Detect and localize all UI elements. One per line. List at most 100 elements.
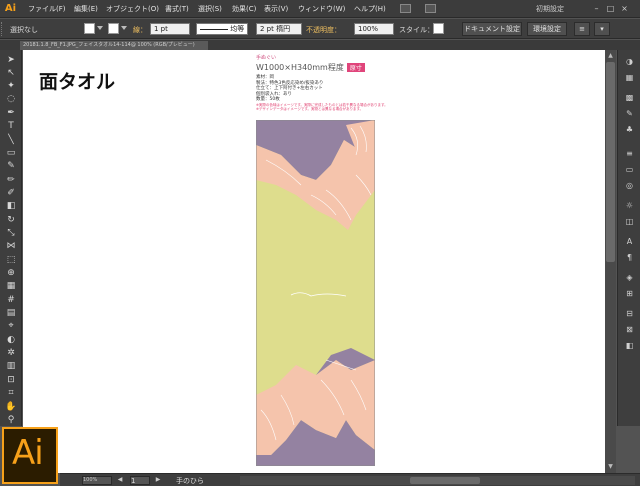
- stroke-swatch[interactable]: [108, 23, 119, 34]
- towel-design[interactable]: [256, 120, 375, 466]
- scroll-down-icon[interactable]: ▼: [607, 463, 614, 470]
- vertical-scrollbar[interactable]: ▲ ▼: [605, 50, 616, 473]
- brush-definition[interactable]: 2 pt 楕円: [256, 23, 302, 35]
- document-tab-bar: 20181.1.8_FB_F1.JPG_フェイスタオル14-114@ 100% …: [0, 40, 640, 50]
- illustrator-logo-text: Ai: [12, 433, 44, 473]
- artboard-number-field[interactable]: 1: [130, 476, 150, 485]
- eyedropper-tool-icon[interactable]: ⌖: [3, 320, 19, 332]
- paragraph-panel-icon[interactable]: ¶: [623, 252, 636, 263]
- brushes-panel-icon[interactable]: ✎: [623, 108, 636, 119]
- stroke-label[interactable]: 線：: [133, 25, 147, 35]
- spec-size: W1000×H340mm程度: [256, 63, 344, 72]
- align-panel-icon[interactable]: ⊟: [623, 308, 636, 319]
- zoom-tool-icon[interactable]: ⚲: [3, 414, 19, 426]
- style-label: スタイル：: [399, 26, 434, 34]
- artboards-panel-icon[interactable]: ⊞: [623, 288, 636, 299]
- gradient-tool-icon[interactable]: ▤: [3, 307, 19, 319]
- scroll-up-icon[interactable]: ▲: [607, 52, 614, 59]
- profile-line-icon: [200, 28, 228, 30]
- horizontal-scrollbar[interactable]: [240, 476, 635, 485]
- actual-size-badge: 原寸: [346, 63, 365, 72]
- pencil-tool-icon[interactable]: ✏: [3, 174, 19, 186]
- minimize-icon[interactable]: –: [592, 4, 601, 13]
- gradient-panel-icon[interactable]: ▭: [623, 164, 636, 175]
- transparency-panel-icon[interactable]: ◎: [623, 180, 636, 191]
- magic-wand-tool-icon[interactable]: ✦: [3, 80, 19, 92]
- graphic-style-swatch[interactable]: [433, 23, 444, 34]
- selection-tool-icon[interactable]: ➤: [3, 54, 19, 66]
- artboard[interactable]: 面タオル 手ぬぐい W1000×H340mm程度 原寸 素材：岡 製法：特色3色反…: [23, 50, 605, 473]
- panel-grip[interactable]: [1, 22, 4, 36]
- color-guide-icon[interactable]: ▦: [623, 72, 636, 83]
- artboard-tool-icon[interactable]: ⊡: [3, 374, 19, 386]
- arrange-documents-icon[interactable]: [425, 4, 436, 13]
- lasso-tool-icon[interactable]: ◌: [3, 93, 19, 105]
- swatches-panel-icon[interactable]: ▩: [623, 92, 636, 103]
- align-icon[interactable]: ≡: [574, 22, 590, 36]
- color-panel-icon[interactable]: ◑: [623, 56, 636, 67]
- paintbrush-tool-icon[interactable]: ✎: [3, 160, 19, 172]
- layers-panel-icon[interactable]: ◈: [623, 272, 636, 283]
- free-transform-tool-icon[interactable]: ⬚: [3, 254, 19, 266]
- next-artboard-icon[interactable]: ▶: [154, 476, 162, 484]
- menu-object[interactable]: オブジェクト(O): [106, 4, 159, 14]
- rotate-tool-icon[interactable]: ↻: [3, 214, 19, 226]
- appearance-panel-icon[interactable]: ☼: [623, 200, 636, 211]
- horizontal-scroll-thumb[interactable]: [410, 477, 480, 484]
- bridge-icon[interactable]: [400, 4, 411, 13]
- opacity-field[interactable]: 100%: [354, 23, 394, 35]
- hand-tool-icon[interactable]: ✋: [3, 401, 19, 413]
- spec-details: 素材：岡 製法：特色3色反応染め/抜染あり 仕立て：上下阿付き+左右カット 個別…: [256, 75, 406, 112]
- stroke-weight-field[interactable]: 1 pt: [150, 23, 190, 35]
- rectangle-tool-icon[interactable]: ▭: [3, 147, 19, 159]
- restore-icon[interactable]: □: [606, 4, 615, 13]
- menu-file[interactable]: ファイル(F): [28, 4, 66, 14]
- symbols-panel-icon[interactable]: ♣: [623, 124, 636, 135]
- preferences-button[interactable]: 環境設定: [527, 22, 567, 36]
- width-tool-icon[interactable]: ⋈: [3, 240, 19, 252]
- close-icon[interactable]: ×: [620, 4, 629, 13]
- slice-tool-icon[interactable]: ⌗: [3, 387, 19, 399]
- menu-view[interactable]: 表示(V): [264, 4, 288, 14]
- stroke-dropdown-icon[interactable]: [121, 26, 127, 30]
- transform-panel-icon[interactable]: ⊠: [623, 324, 636, 335]
- zoom-level-field[interactable]: 100%: [82, 476, 112, 485]
- column-graph-tool-icon[interactable]: ▥: [3, 360, 19, 372]
- menu-type[interactable]: 書式(T): [165, 4, 189, 14]
- symbol-sprayer-tool-icon[interactable]: ✲: [3, 347, 19, 359]
- menu-window[interactable]: ウィンドウ(W): [298, 4, 345, 14]
- character-panel-icon[interactable]: A: [623, 236, 636, 247]
- spec-note-2: ※デザインデータはイメージです。実物とは異なる場合があります。: [256, 107, 364, 111]
- perspective-grid-tool-icon[interactable]: ▦: [3, 280, 19, 292]
- pen-tool-icon[interactable]: ✒: [3, 107, 19, 119]
- line-tool-icon[interactable]: ╲: [3, 134, 19, 146]
- graphic-styles-panel-icon[interactable]: ◫: [623, 216, 636, 227]
- vertical-scroll-thumb[interactable]: [606, 62, 615, 262]
- menu-help[interactable]: ヘルプ(H): [354, 4, 386, 14]
- shape-builder-tool-icon[interactable]: ⊕: [3, 267, 19, 279]
- canvas-area[interactable]: 面タオル 手ぬぐい W1000×H340mm程度 原寸 素材：岡 製法：特色3色反…: [23, 50, 605, 473]
- pathfinder-panel-icon[interactable]: ◧: [623, 340, 636, 351]
- illustrator-logo: Ai: [2, 427, 58, 484]
- first-artboard-icon[interactable]: ◀: [116, 476, 124, 484]
- fill-swatch[interactable]: [84, 23, 95, 34]
- panel-menu-icon[interactable]: ▾: [594, 22, 610, 36]
- menu-edit[interactable]: 編集(E): [74, 4, 98, 14]
- menu-effect[interactable]: 効果(C): [232, 4, 256, 14]
- blend-tool-icon[interactable]: ◐: [3, 334, 19, 346]
- scale-tool-icon[interactable]: ⤡: [3, 227, 19, 239]
- direct-selection-tool-icon[interactable]: ↖: [3, 67, 19, 79]
- mesh-tool-icon[interactable]: #: [3, 294, 19, 306]
- blob-brush-tool-icon[interactable]: ✐: [3, 187, 19, 199]
- eraser-tool-icon[interactable]: ◧: [3, 200, 19, 212]
- opacity-label[interactable]: 不透明度：: [306, 25, 341, 35]
- variable-width-profile[interactable]: 均等: [196, 23, 248, 35]
- type-tool-icon[interactable]: T: [3, 120, 19, 132]
- document-tab[interactable]: 20181.1.8_FB_F1.JPG_フェイスタオル14-114@ 100% …: [20, 41, 208, 50]
- workspace-switcher[interactable]: 初期設定: [536, 4, 564, 14]
- stroke-panel-icon[interactable]: ≡: [623, 148, 636, 159]
- fill-dropdown-icon[interactable]: [97, 26, 103, 30]
- current-tool-label[interactable]: 手のひら: [176, 476, 204, 486]
- menu-select[interactable]: 選択(S): [198, 4, 222, 14]
- document-setup-button[interactable]: ドキュメント設定: [462, 22, 522, 36]
